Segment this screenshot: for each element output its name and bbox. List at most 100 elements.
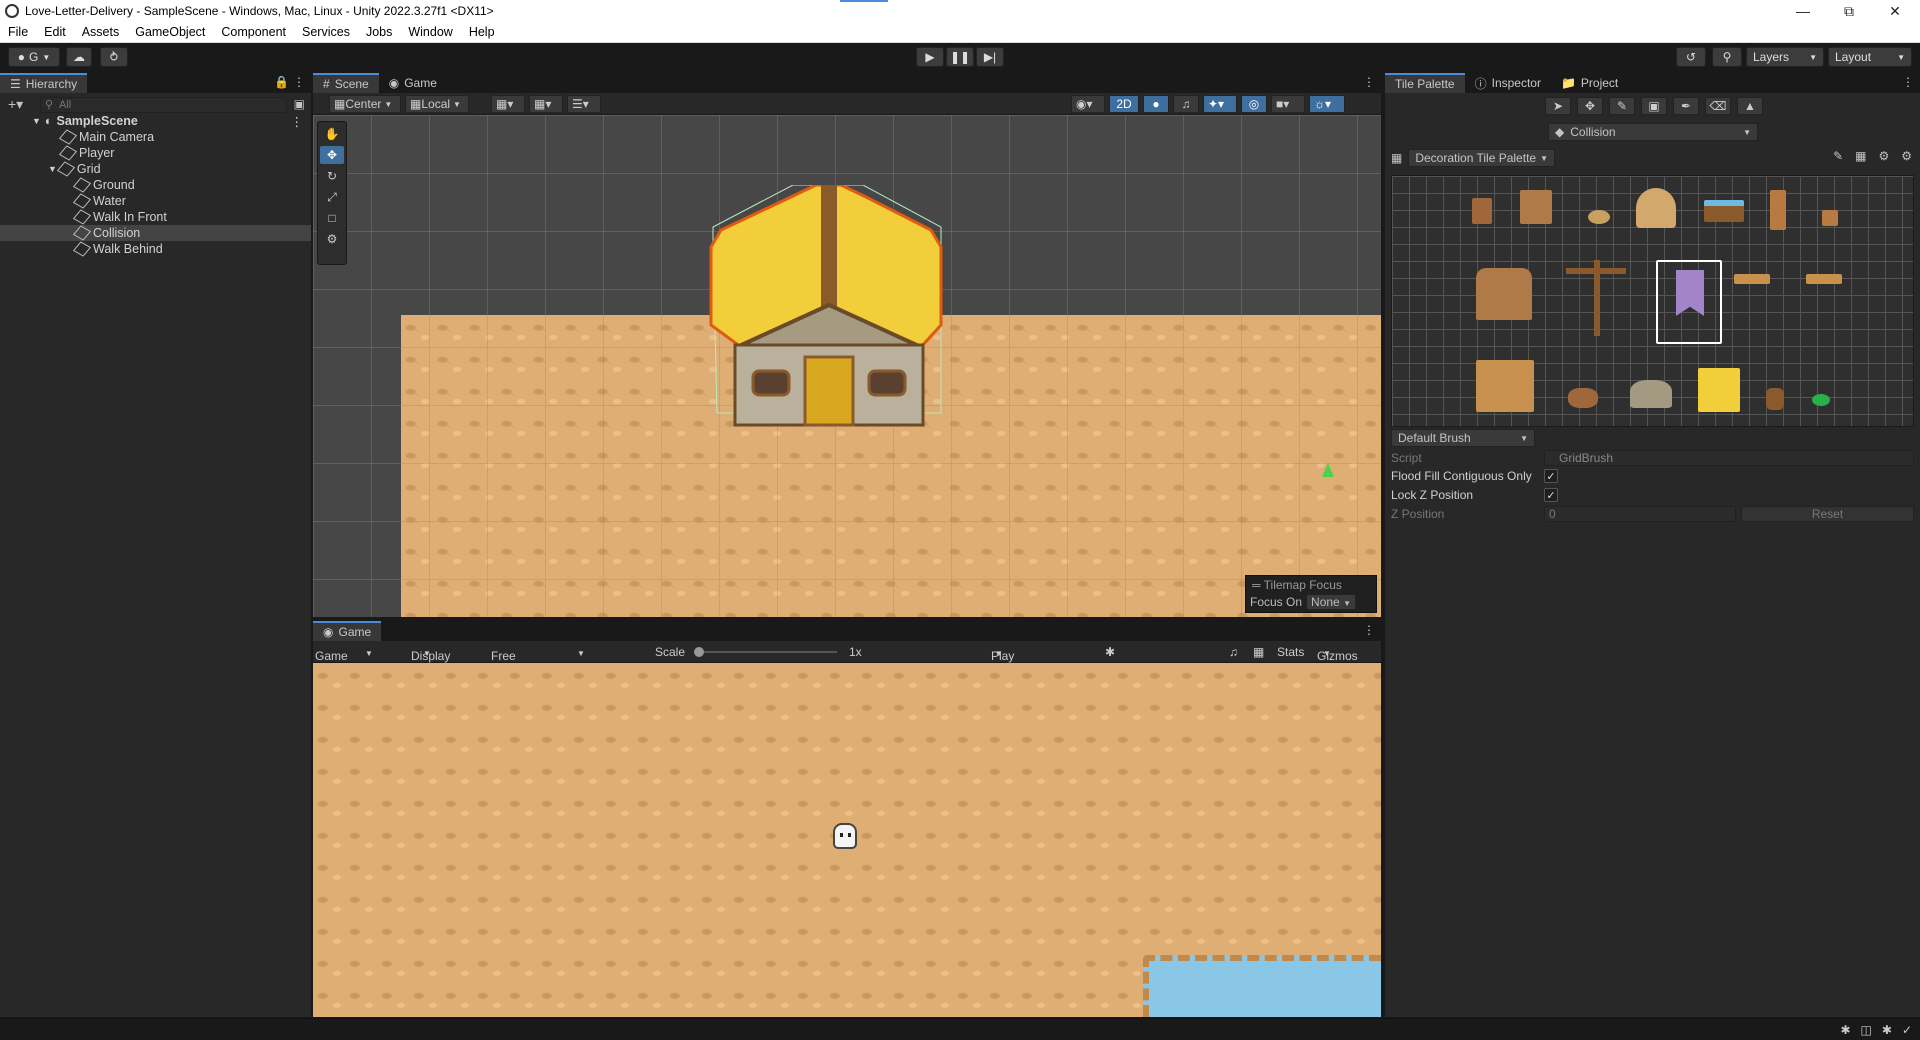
tile-palette-grid[interactable] [1391, 175, 1914, 427]
settings-icon[interactable]: ⚙ [1901, 149, 1912, 163]
menu-gameobject[interactable]: GameObject [127, 25, 213, 39]
tab-inspector[interactable]: ⓘ Inspector [1465, 73, 1551, 93]
active-tilemap-dropdown[interactable]: ◆ Collision ▼ [1548, 123, 1758, 141]
tile-stool[interactable] [1822, 210, 1838, 226]
search-button[interactable]: ⚲ [1712, 47, 1742, 67]
scene-visibility-icon[interactable]: ▣ [294, 97, 305, 111]
menu-assets[interactable]: Assets [74, 25, 128, 39]
more-options-icon[interactable]: ⋮ [1363, 623, 1375, 637]
rotate-tool-icon[interactable]: ↻ [320, 167, 344, 185]
tab-scene[interactable]: # Scene [313, 73, 379, 93]
gizmos-button[interactable]: ☼▾ [1309, 95, 1345, 113]
toggle-2d-button[interactable]: 2D [1109, 95, 1139, 113]
box-fill-icon[interactable]: ▣ [1641, 97, 1667, 115]
menu-services[interactable]: Services [294, 25, 358, 39]
menu-edit[interactable]: Edit [36, 25, 74, 39]
hand-tool-icon[interactable]: ✋ [320, 125, 344, 143]
grid-toggle-icon[interactable]: ▦ [1855, 149, 1866, 163]
tile-door[interactable] [1770, 190, 1786, 230]
hierarchy-scene-row[interactable]: ▼ ◐ SampleScene ⋮ [0, 113, 311, 129]
menu-jobs[interactable]: Jobs [358, 25, 400, 39]
brush-dropdown[interactable]: Default Brush ▼ [1391, 429, 1535, 447]
lighting-button[interactable]: ● [1143, 95, 1169, 113]
tab-game-view[interactable]: ◉ Game [313, 621, 382, 641]
layers-dropdown[interactable]: Layers ▼ [1746, 47, 1824, 67]
lock-icon[interactable]: 🔒 [274, 75, 289, 89]
tab-game[interactable]: ◉ Game [379, 73, 447, 93]
move-tool-icon[interactable]: ✥ [1577, 97, 1603, 115]
step-button[interactable]: ▶| [976, 47, 1004, 67]
drag-handle-icon[interactable]: ═ [1252, 578, 1261, 592]
tile-notice-board[interactable] [1476, 268, 1532, 320]
expand-arrow-icon[interactable]: ▼ [48, 164, 57, 174]
add-icon[interactable]: +▾ [8, 96, 23, 113]
tile-campfire[interactable] [1630, 380, 1672, 408]
tile-barrel[interactable] [1766, 388, 1784, 410]
pause-button[interactable]: ❚❚ [946, 47, 974, 67]
hidden-objects-button[interactable]: ◎ [1241, 95, 1267, 113]
tab-project[interactable]: 📁 Project [1551, 73, 1628, 93]
move-tool-icon[interactable]: ✥ [320, 146, 344, 164]
fill-bucket-icon[interactable]: ▲ [1737, 97, 1763, 115]
more-options-icon[interactable]: ⋮ [1363, 75, 1375, 89]
tile-plant[interactable] [1812, 394, 1830, 406]
move-gizmo-y-arrow[interactable] [1322, 463, 1334, 477]
mute-audio-icon[interactable]: ♫ [1229, 645, 1238, 659]
menu-window[interactable]: Window [400, 25, 460, 39]
play-button[interactable]: ▶ [916, 47, 944, 67]
palette-dropdown[interactable]: Decoration Tile Palette ▼ [1408, 149, 1555, 167]
history-button[interactable]: ↺ [1676, 47, 1706, 67]
hierarchy-item[interactable]: ▼ Grid [0, 161, 311, 177]
tile-cabinet[interactable] [1472, 198, 1492, 224]
hierarchy-item[interactable]: Walk Behind [0, 241, 311, 257]
select-tool-icon[interactable]: ➤ [1545, 97, 1571, 115]
cache-server-icon[interactable]: ◫ [1861, 1023, 1872, 1037]
tile-banner-selected[interactable] [1656, 260, 1722, 344]
check-circle-icon[interactable]: ✓ [1902, 1023, 1912, 1037]
notifications-icon[interactable]: ✱ [1882, 1023, 1892, 1037]
close-icon[interactable]: ✕ [1872, 0, 1918, 22]
effects-button[interactable]: ✦▾ [1203, 95, 1237, 113]
camera-settings-button[interactable]: ■▾ [1271, 95, 1305, 113]
tile-basket[interactable] [1568, 388, 1598, 408]
menu-help[interactable]: Help [461, 25, 503, 39]
scale-slider-thumb[interactable] [694, 647, 704, 657]
hierarchy-item[interactable]: Main Camera [0, 129, 311, 145]
game-viewport[interactable] [313, 663, 1381, 1017]
restore-icon[interactable]: ⧉ [1826, 0, 1872, 22]
hierarchy-item-selected[interactable]: Collision [0, 225, 311, 241]
tile-haystack[interactable] [1698, 368, 1740, 412]
tile-signpost-a[interactable] [1734, 274, 1770, 284]
menu-component[interactable]: Component [213, 25, 294, 39]
hierarchy-item[interactable]: Walk In Front [0, 209, 311, 225]
hierarchy-item[interactable]: Player [0, 145, 311, 161]
picker-icon[interactable]: ✒ [1673, 97, 1699, 115]
tab-hierarchy[interactable]: ☰ Hierarchy [0, 73, 88, 93]
collab-button[interactable]: ⥁ [100, 47, 128, 67]
rect-tool-icon[interactable]: □ [320, 209, 344, 227]
cloud-button[interactable]: ☁ [66, 47, 92, 67]
lock-z-checkbox[interactable]: ✓ [1544, 488, 1558, 502]
stats-button[interactable]: Stats [1277, 645, 1304, 659]
more-options-icon[interactable]: ⋮ [291, 114, 304, 129]
grid-visibility-button[interactable]: ▦▾ [529, 95, 563, 113]
pivot-space-dropdown[interactable]: ▦ Local ▼ [405, 95, 469, 113]
more-options-icon[interactable]: ⋮ [1902, 75, 1914, 89]
hierarchy-search-input[interactable]: ⚲ All [40, 97, 287, 113]
increment-snap-button[interactable]: ☰▾ [567, 95, 601, 113]
scene-viewport[interactable]: ✋ ✥ ↻ ⤢ □ ⚙ ═ Tilemap Focus Focus On Non… [313, 115, 1381, 617]
tile-stump[interactable] [1636, 188, 1676, 228]
tile-crate[interactable] [1476, 360, 1534, 412]
edit-pencil-icon[interactable]: ✎ [1833, 149, 1843, 163]
layout-dropdown[interactable]: Layout ▼ [1828, 47, 1912, 67]
hierarchy-item[interactable]: Ground [0, 177, 311, 193]
tile-bookshelf[interactable] [1520, 190, 1552, 224]
scale-slider[interactable] [694, 647, 837, 657]
scale-tool-icon[interactable]: ⤢ [320, 188, 344, 206]
pivot-mode-dropdown[interactable]: ▦ Center ▼ [329, 95, 401, 113]
eraser-icon[interactable]: ⌫ [1705, 97, 1731, 115]
tile-lamp-post[interactable] [1566, 260, 1626, 336]
focus-on-dropdown[interactable]: None ▼ [1306, 594, 1356, 610]
shading-mode-button[interactable]: ◉▾ [1071, 95, 1105, 113]
more-options-icon[interactable]: ⋮ [293, 75, 305, 89]
